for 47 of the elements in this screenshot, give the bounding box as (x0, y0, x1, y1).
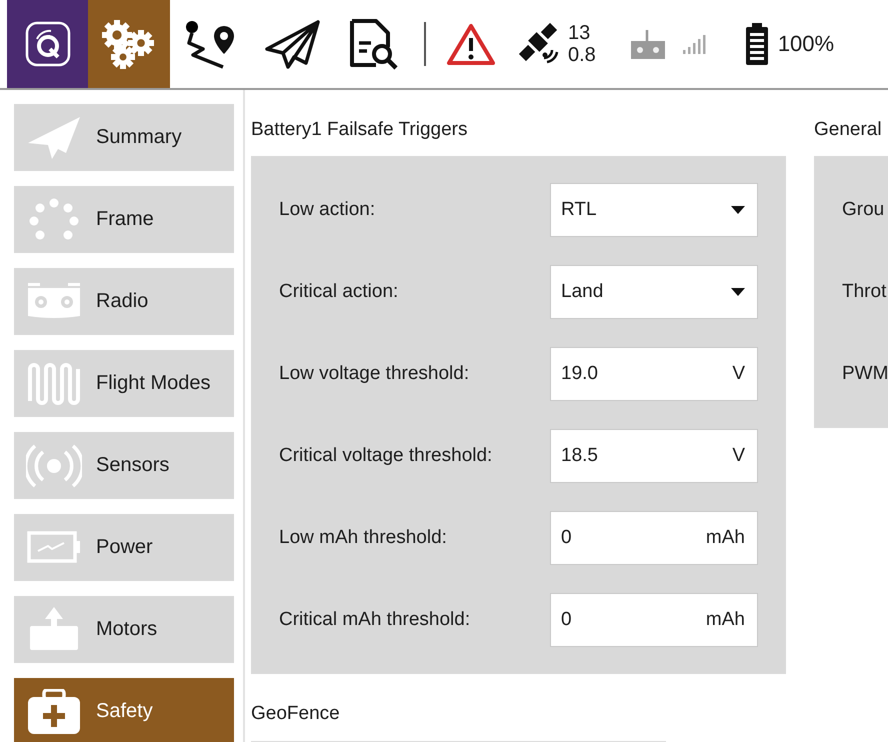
signal-bars-icon (682, 33, 706, 55)
sidebar-item[interactable]: Power (14, 514, 234, 581)
paper-plane-icon (264, 19, 322, 69)
battery-icon (744, 22, 770, 66)
section-title: Battery1 Failsafe Triggers (251, 118, 468, 142)
field-label: Throt (842, 281, 888, 303)
sidebar-item[interactable]: Safety (14, 678, 234, 742)
broadcast-icon (26, 442, 82, 488)
wave-icon (26, 360, 82, 406)
remote-control-icon (630, 28, 666, 60)
sidebar-item[interactable]: Flight Modes (14, 350, 234, 417)
input-field[interactable]: 19.0 V (550, 347, 758, 401)
gears-icon (101, 19, 157, 69)
satellite-count: 13 (568, 22, 592, 44)
caret-icon (731, 288, 745, 296)
field-label: Low mAh threshold: (279, 527, 448, 549)
unit-label: mAh (706, 527, 745, 549)
input-field[interactable]: 0 mAh (550, 593, 758, 647)
field-label: PWM (842, 363, 888, 385)
dropdown[interactable]: RTL (550, 183, 758, 237)
input-field[interactable]: 0 mAh (550, 511, 758, 565)
field-label: Low action: (279, 199, 376, 221)
paper-plane-icon (26, 114, 82, 160)
app-logo-icon (24, 21, 70, 67)
first-aid-kit-icon (26, 688, 82, 734)
section-title: GeoFence (251, 702, 341, 726)
unit-label: V (732, 363, 745, 385)
field-label: Grou (842, 199, 886, 221)
field-label: Low voltage threshold: (279, 363, 470, 385)
sidebar-item[interactable]: Sensors (14, 432, 234, 499)
field-label: Critical mAh threshold: (279, 609, 472, 631)
sidebar-item[interactable]: Motors (14, 596, 234, 663)
warning-icon (446, 22, 496, 66)
field-label: Critical voltage threshold: (279, 445, 494, 467)
input-field[interactable]: 18.5 V (550, 429, 758, 483)
unit-label: mAh (706, 609, 745, 631)
unit-label: V (732, 445, 745, 467)
hdop-value: 0.8 (568, 44, 596, 66)
section-title: General (814, 118, 883, 142)
field-label: Critical action: (279, 281, 400, 303)
dropdown[interactable]: Land (550, 265, 758, 319)
sidebar-item[interactable]: Frame (14, 186, 234, 253)
sidebar-item[interactable]: Radio (14, 268, 234, 335)
battery-percentage: 100% (778, 31, 834, 57)
app-logo-button[interactable] (7, 0, 88, 88)
caret-icon (731, 206, 745, 214)
sidebar-item[interactable]: Summary (14, 104, 234, 171)
